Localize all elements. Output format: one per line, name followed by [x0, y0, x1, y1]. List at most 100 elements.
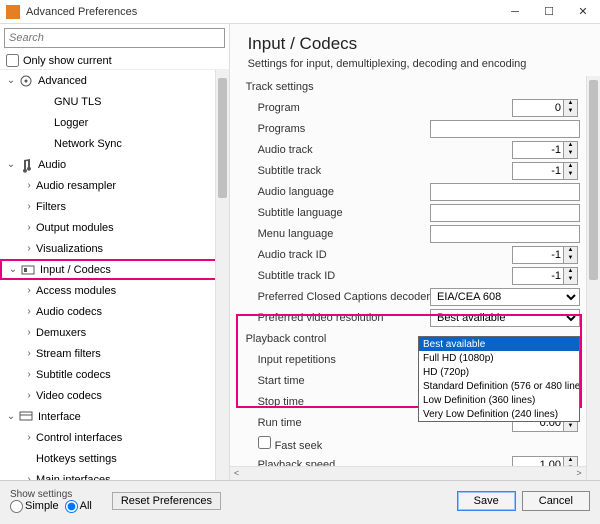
tree-item[interactable]: ›Access modules [0, 280, 229, 301]
chevron-down-icon[interactable]: ⌄ [4, 159, 18, 170]
interface-icon [18, 409, 34, 425]
spin-up[interactable]: ▲ [564, 268, 577, 276]
scrollbar-thumb[interactable] [218, 78, 227, 198]
chevron-right-icon[interactable]: › [22, 327, 36, 338]
dropdown-option[interactable]: Standard Definition (576 or 480 lines) [419, 379, 579, 393]
number-input[interactable] [512, 141, 564, 159]
tree-item[interactable]: ⌄Interface [0, 406, 229, 427]
save-button[interactable]: Save [457, 491, 516, 511]
simple-radio[interactable]: Simple [10, 500, 59, 513]
tree-item-label: Input / Codecs [40, 264, 111, 276]
tree-item[interactable]: ›Audio codecs [0, 301, 229, 322]
tree-item[interactable]: ›Visualizations [0, 238, 229, 259]
setting-row: Audio track ID ▲▼ [240, 245, 580, 265]
chevron-right-icon[interactable]: › [22, 432, 36, 443]
chevron-right-icon[interactable]: › [22, 369, 36, 380]
spin-down[interactable]: ▼ [564, 423, 577, 431]
chevron-right-icon[interactable]: › [22, 348, 36, 359]
dropdown-option[interactable]: Low Definition (360 lines) [419, 393, 579, 407]
tree-item[interactable]: ›Control interfaces [0, 427, 229, 448]
tree-item[interactable]: ·Logger [0, 112, 229, 133]
tree-item[interactable]: ›Output modules [0, 217, 229, 238]
dropdown-option[interactable]: Very Low Definition (240 lines) [419, 407, 579, 421]
scrollbar-thumb[interactable] [589, 80, 598, 280]
dropdown-option[interactable]: Full HD (1080p) [419, 351, 579, 365]
dropdown-option[interactable]: Best available [419, 337, 579, 351]
number-input[interactable] [512, 267, 564, 285]
setting-row: Subtitle language [240, 203, 580, 223]
setting-label: Menu language [240, 228, 430, 240]
only-show-current[interactable]: Only show current [0, 52, 229, 70]
text-input[interactable] [430, 204, 580, 222]
sidebar: Only show current ⌄Advanced·GNU TLS·Logg… [0, 24, 230, 480]
spin-up[interactable]: ▲ [564, 163, 577, 171]
tree-item-label: Audio resampler [36, 180, 116, 192]
tree-item[interactable]: ›Audio resampler [0, 175, 229, 196]
spin-down[interactable]: ▼ [564, 150, 577, 158]
chevron-right-icon[interactable]: › [22, 390, 36, 401]
cancel-button[interactable]: Cancel [522, 491, 590, 511]
bottom-bar: Show settings Simple All Reset Preferenc… [0, 480, 600, 520]
tree-item-label: Demuxers [36, 327, 86, 339]
chevron-right-icon[interactable]: › [22, 306, 36, 317]
chevron-right-icon[interactable]: › [22, 285, 36, 296]
spin-up[interactable]: ▲ [564, 457, 577, 465]
setting-row: Audio track▲▼ [240, 140, 580, 160]
text-input[interactable] [430, 225, 580, 243]
tree-item[interactable]: ·GNU TLS [0, 91, 229, 112]
spin-up[interactable]: ▲ [564, 142, 577, 150]
text-input[interactable] [430, 183, 580, 201]
chevron-right-icon[interactable]: › [22, 243, 36, 254]
chevron-down-icon[interactable]: ⌄ [4, 75, 18, 86]
tree-item[interactable]: ›Video codecs [0, 385, 229, 406]
chevron-right-icon[interactable]: › [22, 201, 36, 212]
settings-tree: ⌄Advanced·GNU TLS·Logger·Network Sync⌄Au… [0, 70, 229, 480]
chevron-right-icon[interactable]: › [22, 222, 36, 233]
only-show-current-checkbox[interactable] [6, 54, 19, 67]
tree-item[interactable]: ›Subtitle codecs [0, 364, 229, 385]
tree-item[interactable]: ·Hotkeys settings [0, 448, 229, 469]
spin-up[interactable]: ▲ [564, 100, 577, 108]
all-radio[interactable]: All [65, 500, 92, 513]
chevron-down-icon[interactable]: ⌄ [4, 411, 18, 422]
number-input[interactable] [512, 162, 564, 180]
maximize-button[interactable]: ☐ [532, 0, 566, 24]
only-show-current-label: Only show current [23, 55, 112, 67]
chevron-right-icon[interactable]: › [22, 180, 36, 191]
search-input[interactable] [4, 28, 225, 48]
tree-item[interactable]: ›Demuxers [0, 322, 229, 343]
checkbox[interactable] [258, 436, 271, 449]
spin-down[interactable]: ▼ [564, 276, 577, 284]
dropdown[interactable]: EIA/CEA 608 [430, 288, 580, 306]
tree-item[interactable]: ·Network Sync [0, 133, 229, 154]
spin-down[interactable]: ▼ [564, 255, 577, 263]
chevron-down-icon[interactable]: ⌄ [6, 264, 20, 275]
close-button[interactable]: ✕ [566, 0, 600, 24]
setting-label: Track settings [240, 81, 580, 93]
setting-label: Audio track ID [240, 249, 512, 261]
tree-item[interactable]: ›Main interfaces [0, 469, 229, 480]
number-input[interactable] [512, 99, 564, 117]
spin-down[interactable]: ▼ [564, 108, 577, 116]
tree-item[interactable]: ›Stream filters [0, 343, 229, 364]
tree-item[interactable]: ⌄Audio [0, 154, 229, 175]
setting-row: Menu language [240, 224, 580, 244]
dropdown[interactable]: Best available [430, 309, 580, 327]
chevron-right-icon[interactable]: › [22, 474, 36, 480]
text-input[interactable] [430, 120, 580, 138]
reset-preferences-button[interactable]: Reset Preferences [112, 492, 221, 510]
minimize-button[interactable]: ─ [498, 0, 532, 24]
tree-scrollbar[interactable] [215, 70, 229, 480]
settings-hscroll[interactable] [230, 466, 586, 480]
dropdown-option[interactable]: HD (720p) [419, 365, 579, 379]
tree-item[interactable]: ›Filters [0, 196, 229, 217]
resolution-dropdown-list[interactable]: Best availableFull HD (1080p)HD (720p)St… [418, 336, 580, 422]
spin-down[interactable]: ▼ [564, 171, 577, 179]
tree-item-label: GNU TLS [54, 96, 101, 108]
settings-scrollbar[interactable] [586, 76, 600, 480]
number-input[interactable] [512, 246, 564, 264]
setting-row: Fast seek [240, 434, 580, 454]
tree-item[interactable]: ⌄ Input / Codecs [0, 259, 229, 280]
spin-up[interactable]: ▲ [564, 247, 577, 255]
tree-item[interactable]: ⌄Advanced [0, 70, 229, 91]
